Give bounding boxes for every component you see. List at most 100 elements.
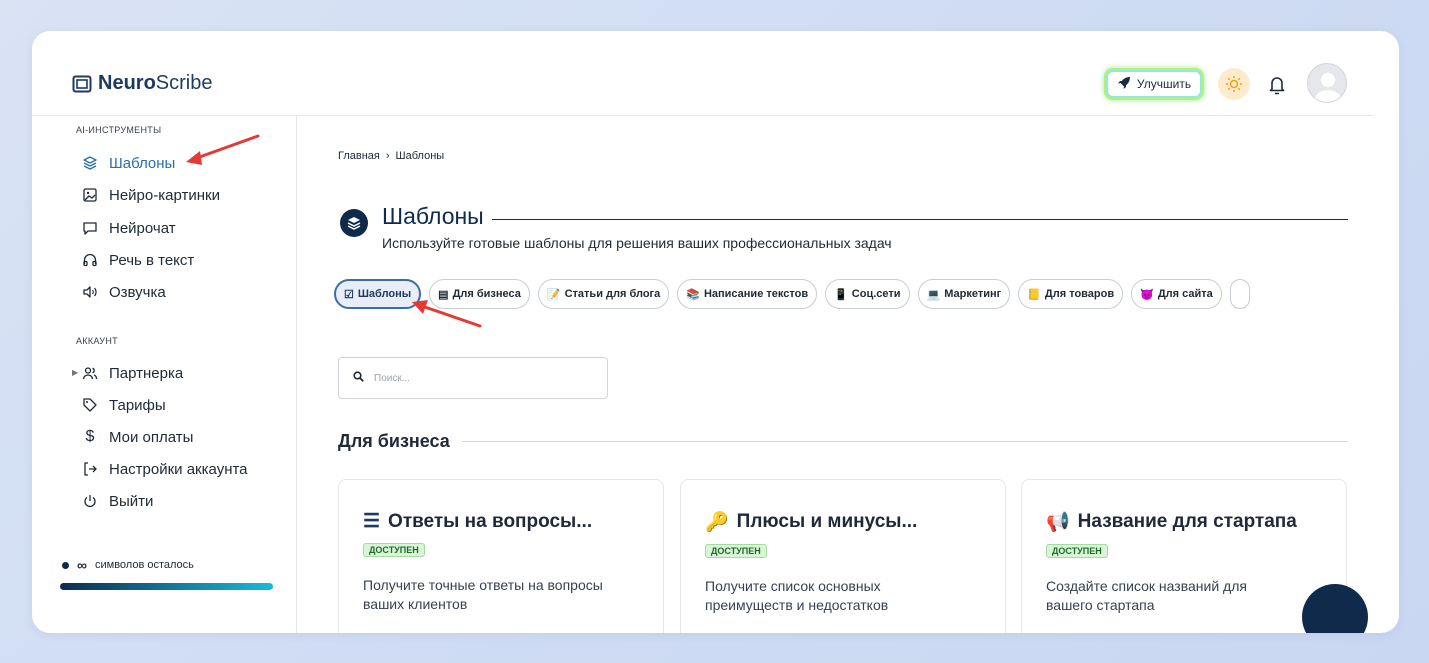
section-heading: Для бизнеса [338, 431, 1348, 452]
logo-icon [72, 75, 92, 92]
key-icon: 🔑 [705, 512, 729, 533]
status-badge: ДОСТУПЕН [705, 544, 767, 558]
headphones-icon [82, 252, 98, 268]
laptop-icon: 💻 [926, 288, 941, 301]
breadcrumb-home[interactable]: Главная [338, 150, 380, 162]
sidebar-item-label: Озвучка [109, 283, 166, 301]
chip-social[interactable]: 📱 Соц.сети [825, 279, 910, 309]
page-layers-icon [340, 209, 368, 237]
sidebar-item-label: Выйти [109, 492, 154, 510]
symbols-progress-bar [60, 583, 273, 590]
section-title: Для бизнеса [338, 431, 450, 451]
books-icon: 📚 [686, 288, 700, 301]
chip-label: Соц.сети [851, 288, 901, 300]
upgrade-button[interactable]: Улучшить [1104, 68, 1204, 100]
sidebar-item-account-settings[interactable]: Настройки аккаунта [82, 458, 248, 480]
breadcrumb: Главная › Шаблоны [338, 150, 444, 162]
template-card[interactable]: 🔑 Плюсы и минусы... ДОСТУПЕН Получите спи… [680, 479, 1006, 633]
sidebar-item-label: Шаблоны [109, 154, 176, 172]
sidebar-item-neurochat[interactable]: Нейрочат [82, 217, 176, 239]
sidebar-item-affiliate[interactable]: Партнерка [82, 362, 183, 384]
sidebar-item-logout[interactable]: Выйти [82, 490, 153, 512]
rocket-icon [1117, 76, 1131, 93]
sidebar-item-label: Речь в текст [109, 251, 195, 269]
title-divider [491, 218, 1348, 221]
chip-writing[interactable]: 📚 Написание текстов [677, 279, 818, 309]
card-description: Получите список основных преимуществ и н… [705, 578, 889, 613]
symbols-value: ∞ [77, 557, 87, 573]
sidebar-item-label: Мои оплаты [109, 428, 194, 446]
card-description: Получите точные ответы на вопросы ваших … [363, 577, 603, 612]
chip-label: Маркетинг [944, 288, 1002, 300]
card-description: Создайте список названий для вашего стар… [1046, 578, 1247, 613]
card-title: ☰ Ответы на вопросы... [363, 510, 639, 533]
card-title-text: Название для стартапа [1077, 511, 1297, 532]
list-icon: ☰ [363, 511, 381, 532]
chip-marketing[interactable]: 💻 Маркетинг [917, 279, 1011, 309]
breadcrumb-separator: › [385, 150, 390, 162]
sidebar-item-label: Нейро-картинки [109, 186, 220, 204]
page-title-text: Шаблоны [382, 203, 484, 229]
ledger-icon: 📒 [1027, 288, 1041, 301]
caret-right-icon[interactable]: ▶ [72, 368, 78, 377]
chip-products[interactable]: 📒 Для товаров [1018, 279, 1124, 309]
login-icon [82, 461, 98, 477]
power-icon [82, 493, 98, 509]
symbols-label: символов осталось [94, 559, 194, 571]
sidebar: AI-ИНСТРУМЕНТЫ Шаблоны Нейро-картинки Не… [32, 116, 297, 633]
search-input[interactable]: Поиск... [374, 373, 410, 384]
chip-label: Шаблоны [357, 288, 412, 300]
notifications-bell-icon[interactable] [1264, 71, 1290, 99]
annotation-arrow-icon [186, 134, 260, 165]
top-header: NeuroScribe Улучшить [32, 31, 1374, 116]
megaphone-icon: 📢 [1046, 512, 1070, 533]
theme-toggle-sun-icon[interactable] [1218, 68, 1250, 100]
card-title: 🔑 Плюсы и минусы... [705, 510, 981, 534]
status-badge: ДОСТУПЕН [363, 543, 425, 557]
breadcrumb-current: Шаблоны [395, 150, 445, 162]
sidebar-item-my-payments[interactable]: $ Мои оплаты [82, 426, 194, 448]
search-field[interactable]: Поиск... [338, 357, 608, 399]
template-card[interactable]: ☰ Ответы на вопросы... ДОСТУПЕН Получите … [338, 479, 664, 633]
status-dot [62, 561, 69, 569]
devil-icon: 😈 [1140, 288, 1154, 301]
app-window: NeuroScribe Улучшить AI-ИНСТРУМЕНТЫ Шабл… [32, 31, 1399, 633]
page-subtitle: Используйте готовые шаблоны для решения … [382, 235, 892, 251]
image-icon [82, 187, 98, 203]
chip-label: Для товаров [1044, 288, 1115, 300]
brand-rest: Scribe [155, 72, 213, 94]
sidebar-item-neuro-images[interactable]: Нейро-картинки [82, 184, 220, 206]
users-icon [82, 365, 98, 381]
symbols-remaining: ∞ символов осталось [62, 557, 194, 573]
search-icon [353, 371, 364, 385]
logo[interactable]: NeuroScribe [72, 72, 213, 95]
sidebar-item-speech-to-text[interactable]: Речь в текст [82, 249, 194, 271]
sidebar-item-tariffs[interactable]: Тарифы [82, 394, 166, 416]
dollar-icon: $ [85, 428, 95, 445]
speaker-icon [82, 284, 98, 300]
layers-icon [82, 155, 98, 171]
status-badge: ДОСТУПЕН [1046, 544, 1108, 558]
card-title: 📢 Название для стартапа [1046, 510, 1322, 534]
user-avatar[interactable] [1307, 63, 1347, 103]
section-account: АККАУНТ [76, 336, 118, 346]
sidebar-item-templates[interactable]: Шаблоны [82, 152, 175, 174]
chat-icon [82, 220, 98, 236]
memo-icon: 📝 [546, 288, 561, 301]
card-title-text: Плюсы и минусы... [736, 511, 918, 532]
tag-icon [82, 397, 98, 413]
checkbox-icon: ☑ [344, 288, 354, 301]
sidebar-item-voiceover[interactable]: Озвучка [82, 281, 166, 303]
sidebar-item-label: Тарифы [109, 396, 166, 414]
chip-label: Для сайта [1157, 288, 1213, 300]
chip-more[interactable] [1229, 279, 1250, 309]
section-ai-tools: AI-ИНСТРУМЕНТЫ [76, 125, 162, 135]
card-title-text: Ответы на вопросы... [388, 510, 593, 532]
template-card[interactable]: 📢 Название для стартапа ДОСТУПЕН Создайте… [1021, 479, 1347, 633]
chip-website[interactable]: 😈 Для сайта [1131, 279, 1222, 309]
chip-blog-articles[interactable]: 📝 Статьи для блога [537, 279, 670, 309]
sidebar-item-label: Партнерка [109, 364, 184, 382]
page-title: Шаблоны [382, 203, 1348, 230]
brand-bold: Neuro [98, 72, 156, 94]
main-content: Главная › Шаблоны Шаблоны Используйте го… [298, 117, 1374, 633]
